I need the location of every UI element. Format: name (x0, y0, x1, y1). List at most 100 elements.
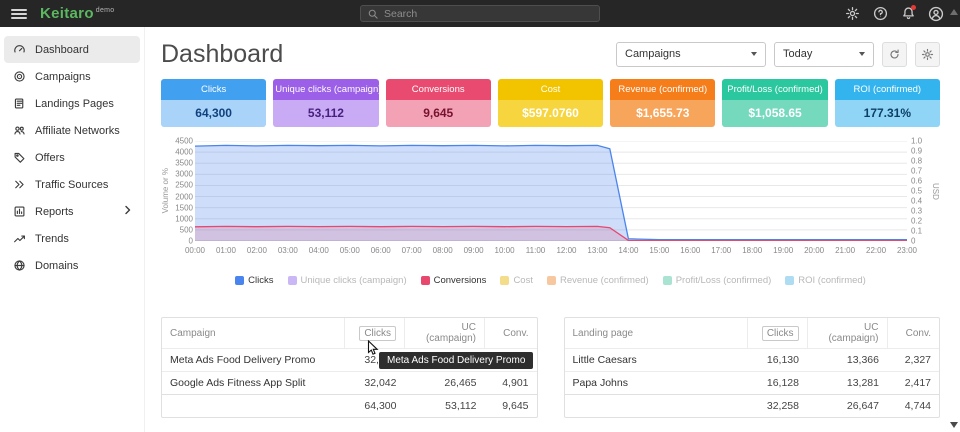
metric-card-unique-clicks[interactable]: Unique clicks (campaign)53,112 (273, 79, 378, 127)
search-bar (360, 5, 600, 22)
column-header-clicks[interactable]: Clicks (345, 318, 405, 349)
search-input[interactable] (384, 8, 593, 20)
legend-item-clicks[interactable]: Clicks (235, 275, 273, 286)
metric-card-clicks[interactable]: Clicks64,300 (161, 79, 266, 127)
refresh-button[interactable] (882, 42, 907, 67)
legend-item-roi-confirmed[interactable]: ROI (confirmed) (785, 275, 866, 286)
x-tick-label: 11:00 (526, 246, 545, 255)
x-tick-label: 13:00 (587, 246, 607, 255)
x-tick-label: 21:00 (835, 246, 855, 255)
page-title: Dashboard (161, 40, 283, 69)
dashboard-settings-button[interactable] (915, 42, 940, 67)
legend-item-revenue-confirmed[interactable]: Revenue (confirmed) (547, 275, 649, 286)
y-tick-label: 1000 (175, 214, 193, 223)
column-header-conv[interactable]: Conv. (887, 318, 939, 349)
cell-value: 16,130 (747, 349, 807, 372)
chart-legend: Clicks Unique clicks (campaign) Conversion… (161, 275, 940, 286)
menu-icon[interactable] (11, 7, 27, 21)
x-tick-label: 18:00 (742, 246, 762, 255)
sidebar-item-landings-pages[interactable]: Landings Pages (4, 90, 140, 117)
metric-card-conversions[interactable]: Conversions9,645 (386, 79, 491, 127)
sort-indicator[interactable]: Clicks (762, 326, 799, 341)
sidebar-item-campaigns[interactable]: Campaigns (4, 63, 140, 90)
sidebar-item-dashboard[interactable]: Dashboard (4, 36, 140, 63)
notification-dot (911, 5, 916, 10)
legend-item-conversions[interactable]: Conversions (421, 275, 487, 286)
sidebar-item-label: Landings Pages (35, 98, 114, 110)
cell-name: Little Caesars (565, 349, 748, 372)
table-header-row: Campaign Clicks UC (campaign)Conv. (162, 318, 537, 349)
table-row[interactable]: Google Ads Fitness App Split32,04226,465… (162, 372, 537, 395)
column-header-clicks[interactable]: Clicks (747, 318, 807, 349)
column-header-landing-page[interactable]: Landing page (565, 318, 748, 349)
tag-icon (13, 151, 26, 164)
date-range-value: Today (783, 48, 812, 60)
landings-table: Landing pageClicksUC (campaign)Conv.Litt… (564, 317, 941, 418)
legend-item-cost[interactable]: Cost (500, 275, 533, 286)
x-tick-label: 17:00 (711, 246, 731, 255)
trend-up-icon (13, 232, 26, 245)
column-header-uc-campaign[interactable]: UC (campaign) (405, 318, 485, 349)
sidebar-item-domains[interactable]: Domains (4, 252, 140, 279)
x-tick-label: 07:00 (402, 246, 422, 255)
gauge-icon (13, 43, 26, 56)
table-row[interactable]: Little Caesars16,13013,3662,327 (565, 349, 940, 372)
campaigns-filter-value: Campaigns (625, 48, 681, 60)
date-range-select[interactable]: Today (774, 42, 874, 67)
x-tick-label: 20:00 (804, 246, 824, 255)
pages-icon (13, 97, 26, 110)
sidebar: Dashboard Campaigns Landings Pages Affil… (0, 27, 145, 432)
chevron-down-icon (751, 52, 757, 56)
sidebar-item-label: Trends (35, 233, 69, 245)
bell-icon[interactable] (900, 6, 916, 22)
totals-cell: 53,112 (405, 395, 485, 418)
avatar-icon[interactable] (928, 6, 944, 22)
y-tick-label: 1.0 (911, 137, 922, 146)
x-tick-label: 06:00 (371, 246, 391, 255)
cell-name: Meta Ads Food Delivery Promo (162, 349, 345, 372)
y-tick-label: 0.4 (911, 197, 922, 206)
chart-svg (195, 141, 907, 241)
y-tick-label: 4500 (175, 137, 193, 146)
legend-swatch (785, 276, 794, 285)
column-header-campaign[interactable]: Campaign (162, 318, 345, 349)
row-tooltip: Meta Ads Food Delivery Promo (379, 352, 533, 369)
sidebar-item-label: Dashboard (35, 44, 89, 56)
table-header-row: Landing page Clicks UC (campaign)Conv. (565, 318, 940, 349)
x-tick-label: 08:00 (433, 246, 453, 255)
metric-label: Clicks (161, 79, 266, 100)
gear-icon[interactable] (844, 6, 860, 22)
sidebar-item-traffic-sources[interactable]: Traffic Sources (4, 171, 140, 198)
topbar-actions (844, 6, 944, 22)
sidebar-item-offers[interactable]: Offers (4, 144, 140, 171)
metric-card-profit-loss[interactable]: Profit/Loss (confirmed)$1,058.65 (722, 79, 827, 127)
column-header-conv[interactable]: Conv. (485, 318, 537, 349)
y-tick-label: 0 (911, 237, 915, 246)
legend-swatch (235, 276, 244, 285)
legend-item-profit-loss-confirmed[interactable]: Profit/Loss (confirmed) (663, 275, 772, 286)
sidebar-item-reports[interactable]: Reports (4, 198, 140, 225)
legend-label: Profit/Loss (confirmed) (676, 275, 772, 286)
gear-icon (921, 48, 934, 61)
sort-indicator[interactable]: Clicks (359, 326, 396, 341)
scrollbar-down-arrow[interactable] (950, 422, 958, 428)
table-row[interactable]: Papa Johns16,12813,2812,417 (565, 372, 940, 395)
summary-tables: CampaignClicksUC (campaign)Conv.Meta Ads… (146, 297, 960, 418)
sidebar-item-trends[interactable]: Trends (4, 225, 140, 252)
metrics-row: Clicks64,300Unique clicks (campaign)53,1… (146, 69, 960, 127)
metric-value: $1,058.65 (722, 100, 827, 127)
metric-card-cost[interactable]: Cost$597.0760 (498, 79, 603, 127)
help-icon[interactable] (872, 6, 888, 22)
metric-card-revenue[interactable]: Revenue (confirmed)$1,655.73 (610, 79, 715, 127)
metric-value: 9,645 (386, 100, 491, 127)
totals-row: 32,25826,6474,744 (565, 395, 940, 418)
metric-card-roi[interactable]: ROI (confirmed)177.31% (835, 79, 940, 127)
campaigns-filter-select[interactable]: Campaigns (616, 42, 766, 67)
scrollbar-up-arrow[interactable] (950, 9, 958, 15)
totals-cell: 64,300 (345, 395, 405, 418)
people-icon (13, 124, 26, 137)
column-header-uc-campaign[interactable]: UC (campaign) (807, 318, 887, 349)
sidebar-item-affiliate-networks[interactable]: Affiliate Networks (4, 117, 140, 144)
metric-label: Cost (498, 79, 603, 100)
legend-item-unique-clicks-campaign[interactable]: Unique clicks (campaign) (288, 275, 407, 286)
